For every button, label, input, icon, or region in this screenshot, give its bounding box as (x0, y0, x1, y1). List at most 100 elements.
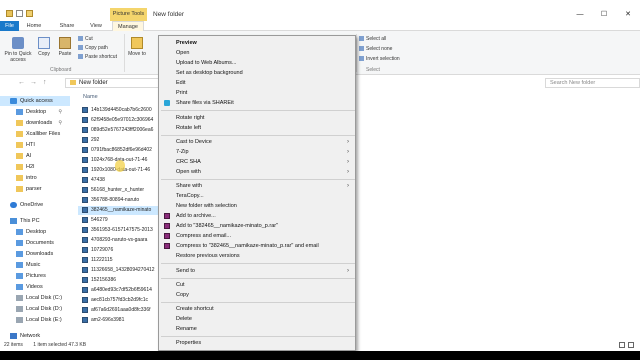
nav-hti[interactable]: HTI (0, 140, 70, 150)
nav-parser[interactable]: parser (0, 184, 70, 194)
back-button[interactable]: ← (18, 79, 25, 86)
menu-item-edit[interactable]: Edit (159, 78, 355, 88)
menu-item-rename[interactable]: Rename (159, 324, 355, 334)
nav-disk-c[interactable]: Local Disk (C:) (0, 293, 70, 303)
close-button[interactable]: ✕ (616, 8, 640, 21)
menu-item-compress-rar-and-email[interactable]: Compress to "382465__namikaze-minato_p.r… (159, 241, 355, 251)
nav-this-pc[interactable]: This PC (0, 216, 70, 226)
list-item[interactable]: 292 (78, 136, 160, 145)
menu-item-cut[interactable]: Cut (159, 280, 355, 290)
invert-selection-button[interactable]: Invert selection (359, 56, 400, 62)
list-item[interactable]: 10729076 (78, 246, 160, 255)
list-item[interactable]: 47438 (78, 176, 160, 185)
tab-view[interactable]: View (86, 21, 106, 31)
pin-quick-access-button[interactable]: Pin to Quick access (3, 37, 33, 63)
tab-home[interactable]: Home (23, 21, 45, 31)
menu-item-copy[interactable]: Copy (159, 290, 355, 300)
menu-separator (161, 278, 355, 279)
list-item[interactable]: aec81cb757fd3cb2d9fc1c (78, 296, 160, 305)
menu-item-preview[interactable]: Preview (159, 38, 355, 48)
nav-music[interactable]: Music (0, 260, 70, 270)
list-item[interactable]: 62f9458e05e97012c306964 (78, 116, 160, 125)
cut-button[interactable]: Cut (78, 36, 93, 42)
menu-item-send-to[interactable]: Send to › (159, 266, 355, 276)
menu-item-restore-previous-versions[interactable]: Restore previous versions (159, 251, 355, 261)
menu-separator (161, 179, 355, 180)
new-folder-icon[interactable] (26, 10, 33, 17)
menu-item-compress-and-email[interactable]: Compress and email... (159, 231, 355, 241)
nav-onedrive[interactable]: OneDrive (0, 200, 70, 210)
nav-pictures[interactable]: Pictures (0, 271, 70, 281)
list-item[interactable]: 356788-80894-naruto (78, 196, 160, 205)
minimize-button[interactable]: — (568, 8, 592, 21)
tab-file[interactable]: File (0, 21, 19, 31)
menu-item-new-folder-with-selection[interactable]: New folder with selection (159, 201, 355, 211)
nav-downloads[interactable]: downloads ⚲ (0, 118, 70, 128)
select-all-button[interactable]: Select all (359, 36, 386, 42)
menu-item-print[interactable]: Print (159, 88, 355, 98)
list-item[interactable]: a6480ed93c7df52b6f59614 (78, 286, 160, 295)
nav-h2i[interactable]: H2I (0, 162, 70, 172)
list-item-selected[interactable]: 382465__namikaze-minato (78, 206, 160, 215)
tab-share[interactable]: Share (55, 21, 79, 31)
list-item[interactable]: 0791fbac86852df6e96d402 (78, 146, 160, 155)
menu-item-open[interactable]: Open (159, 48, 355, 58)
menu-item-7zip[interactable]: 7-Zip › (159, 147, 355, 157)
menu-item-share-with[interactable]: Share with › (159, 181, 355, 191)
menu-item-delete[interactable]: Delete (159, 314, 355, 324)
menu-item-teracopy[interactable]: TeraCopy... (159, 191, 355, 201)
list-item[interactable]: 546279 (78, 216, 160, 225)
name-column-header[interactable]: Name (83, 94, 98, 100)
select-none-button[interactable]: Select none (359, 46, 392, 52)
menu-item-share-shareit[interactable]: Share files via SHAREit (159, 98, 355, 108)
maximize-button[interactable]: ☐ (592, 8, 616, 21)
list-item[interactable]: 4708293-naruto-vs-gaara (78, 236, 160, 245)
nav-ai[interactable]: AI (0, 151, 70, 161)
paste-button[interactable]: Paste (56, 37, 74, 57)
menu-item-properties[interactable]: Properties (159, 338, 355, 348)
menu-item-add-to-rar[interactable]: Add to "382465__namikaze-minato_p.rar" (159, 221, 355, 231)
list-item[interactable]: 152156386 (78, 276, 160, 285)
menu-item-rotate-left[interactable]: Rotate left (159, 123, 355, 133)
nav-disk-d[interactable]: Local Disk (D:) (0, 304, 70, 314)
ribbon-divider (124, 34, 125, 72)
paste-shortcut-button[interactable]: Paste shortcut (78, 54, 117, 60)
nav-documents[interactable]: Documents (0, 238, 70, 248)
tab-manage[interactable]: Manage (112, 21, 144, 31)
nav-desktop[interactable]: Desktop ⚲ (0, 107, 70, 117)
list-item[interactable]: am2-696x3981 (78, 316, 160, 325)
list-item[interactable]: 11222115 (78, 256, 160, 265)
menu-item-crc-sha[interactable]: CRC SHA › (159, 157, 355, 167)
list-item[interactable]: 14b139d4450cab7b6c2600 (78, 106, 160, 115)
copy-button[interactable]: Copy (36, 37, 52, 57)
menu-item-set-desktop-background[interactable]: Set as desktop background (159, 68, 355, 78)
list-item[interactable]: 56168_hunter_x_hunter (78, 186, 160, 195)
nav-videos[interactable]: Videos (0, 282, 70, 292)
nav-disk-e[interactable]: Local Disk (E:) (0, 315, 70, 325)
nav-quick-access[interactable]: Quick access (0, 96, 70, 106)
nav-xcalliber[interactable]: Xcalliber Files (0, 129, 70, 139)
up-button[interactable]: ↑ (43, 79, 47, 86)
nav-pc-downloads[interactable]: Downloads (0, 249, 70, 259)
list-item[interactable]: af67a6d2691aaa0d8fc336f (78, 306, 160, 315)
list-item[interactable]: 11326658_14328094270412 (78, 266, 160, 275)
folder-icon[interactable] (6, 10, 13, 17)
list-item[interactable]: 3561953-6157147575-2013 (78, 226, 160, 235)
nav-pc-desktop[interactable]: Desktop (0, 227, 70, 237)
details-view-icon[interactable] (619, 342, 625, 348)
properties-icon[interactable] (16, 10, 23, 17)
menu-item-cast-to-device[interactable]: Cast to Device › (159, 137, 355, 147)
menu-item-upload-web-albums[interactable]: Upload to Web Albums... (159, 58, 355, 68)
menu-item-open-with[interactable]: Open with › (159, 167, 355, 177)
list-item[interactable]: 089d52e5767243fff2006ea6 (78, 126, 160, 135)
forward-button[interactable]: → (30, 79, 37, 86)
large-icons-view-icon[interactable] (628, 342, 634, 348)
search-input[interactable]: Search New folder (545, 78, 640, 88)
nav-intro[interactable]: intro (0, 173, 70, 183)
menu-item-create-shortcut[interactable]: Create shortcut (159, 304, 355, 314)
menu-item-add-to-archive[interactable]: Add to archive... (159, 211, 355, 221)
copy-path-button[interactable]: Copy path (78, 45, 108, 51)
menu-item-rotate-right[interactable]: Rotate right (159, 113, 355, 123)
move-to-button[interactable]: Move to (128, 37, 146, 57)
address-bar[interactable]: New folder (65, 78, 165, 88)
